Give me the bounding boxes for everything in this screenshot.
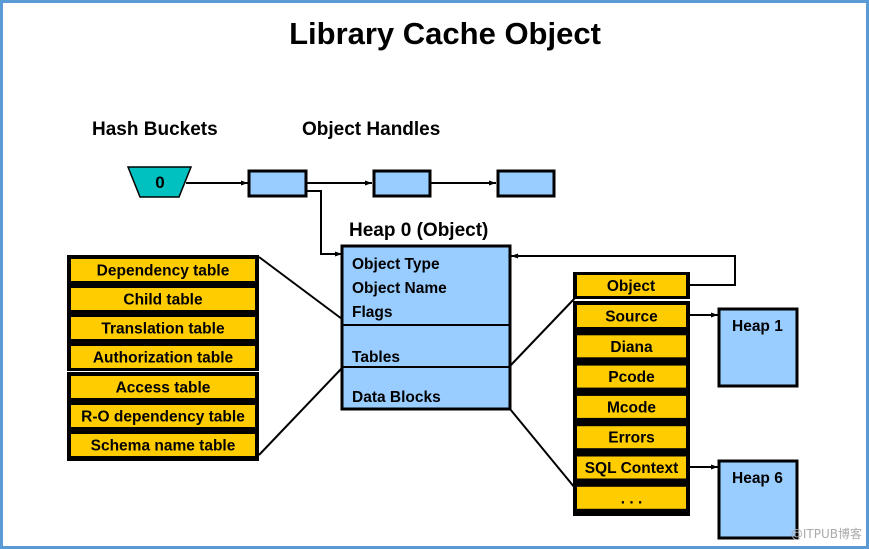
data-blocks-list: Source Diana Pcode Mcode Errors SQL Context . … (573, 301, 690, 516)
hash-buckets-label: Hash Buckets (92, 119, 218, 140)
object-block-label: Object (607, 278, 655, 295)
data-block-pcode-label: Pcode (608, 369, 655, 386)
object-handle-3 (496, 169, 556, 198)
data-block-diana-label: Diana (610, 339, 653, 356)
heap0-tables: Tables (352, 349, 400, 366)
watermark: @ITPUB博客 (791, 526, 862, 541)
diagram-title: Library Cache Object (289, 16, 601, 51)
heap0-data-blocks: Data Blocks (352, 389, 441, 406)
table-child-table-label: Child table (123, 292, 203, 309)
heap6-label: Heap 6 (732, 470, 783, 487)
data-block-source-label: Source (605, 309, 658, 326)
tables-top-connector (258, 256, 343, 320)
tables-to-object-connector (509, 297, 576, 367)
data-block-mcode-label: Mcode (607, 399, 656, 416)
heap0-flags: Flags (352, 304, 392, 321)
hash-bucket-value: 0 (155, 173, 164, 192)
table-access-table-label: Access table (116, 380, 211, 397)
tables-group-1: Dependency table Child table Translation t… (67, 255, 259, 371)
table-translation-table-label: Translation table (101, 321, 225, 338)
table-authorization-table-label: Authorization table (93, 350, 234, 367)
library-cache-diagram: Library Cache Object Hash Buckets Object… (67, 16, 862, 541)
table-schema-name-table-label: Schema name table (91, 438, 236, 455)
data-block-object: Object (573, 272, 690, 299)
tables-bottom-connector (258, 367, 343, 456)
heap0-object-name: Object Name (352, 280, 447, 297)
data-block-ellipsis-label: . . . (621, 490, 643, 507)
heap0-box: Object Type Object Name Flags Tables Dat… (340, 244, 512, 411)
object-handles-label: Object Handles (302, 119, 440, 140)
datablocks-to-list-connector (509, 408, 576, 489)
table-r-o-dependency-table-label: R-O dependency table (81, 409, 245, 426)
heap1-label: Heap 1 (732, 318, 783, 335)
heap0-label: Heap 0 (Object) (349, 220, 488, 241)
tables-group-2: Access table R-O dependency table Schema n… (67, 372, 259, 461)
data-block-errors-label: Errors (608, 430, 655, 447)
data-block-sql-context-label: SQL Context (585, 460, 679, 477)
heap1-box: Heap 1 (717, 307, 799, 388)
hash-bucket: 0 (126, 166, 193, 198)
object-handle-2 (372, 169, 432, 198)
heap6-box: Heap 6 (717, 459, 799, 540)
object-handle-1 (247, 169, 308, 198)
table-dependency-table-label: Dependency table (97, 263, 230, 280)
heap0-object-type: Object Type (352, 256, 440, 273)
handle-to-heap0-connector (306, 190, 342, 257)
